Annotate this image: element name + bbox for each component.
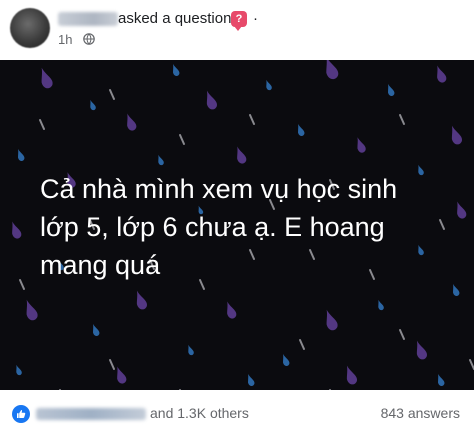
like-icon[interactable] — [12, 405, 30, 423]
rain-streak — [399, 114, 405, 125]
rain-streak — [249, 114, 255, 125]
raindrop-shape — [136, 290, 147, 310]
answers-count[interactable]: 843 answers — [381, 405, 460, 421]
raindrop-shape — [16, 364, 22, 376]
raindrop-shape — [388, 84, 395, 96]
raindrop-shape — [227, 301, 237, 319]
raindrop-shape — [206, 90, 217, 110]
post-header: asked a question ? · 1h — [0, 0, 474, 60]
raindrop-shape — [18, 149, 25, 161]
raindrop-shape — [378, 299, 384, 311]
rain-streak — [299, 339, 305, 350]
raindrop-shape — [90, 99, 96, 111]
raindrop-shape — [346, 365, 357, 385]
raindrop-shape — [437, 65, 447, 83]
raindrop-shape — [117, 366, 127, 384]
separator-dot: · — [253, 10, 258, 27]
raindrop-shape — [26, 299, 38, 321]
raindrop-shape — [326, 60, 339, 80]
raindrop-shape — [298, 124, 305, 136]
raindrop-shape — [127, 113, 137, 131]
post-action-text: asked a question — [118, 10, 232, 27]
post-body-text: Cả nhà mình xem vụ học sinh lớp 5, lớp 6… — [40, 174, 398, 280]
raindrop-shape — [188, 344, 194, 356]
raindrop-shape — [438, 374, 445, 386]
rain-streak — [109, 359, 115, 370]
question-badge-icon: ? — [231, 11, 247, 31]
rain-streak — [109, 89, 115, 100]
raindrop-shape — [12, 221, 22, 239]
raindrop-shape — [416, 340, 427, 360]
raindrop-shape — [283, 354, 290, 366]
raindrop-shape — [451, 125, 462, 145]
rain-streak — [469, 359, 474, 370]
author-name-blurred[interactable] — [58, 12, 118, 26]
raindrop-shape — [173, 64, 180, 76]
raindrop-shape — [237, 146, 247, 164]
post-footer: and 1.3K others 843 answers — [0, 392, 474, 432]
rain-streak — [39, 119, 45, 130]
raindrop-shape — [266, 79, 272, 91]
author-avatar[interactable] — [10, 8, 50, 48]
post-time[interactable]: 1h — [58, 32, 72, 47]
raindrop-shape — [457, 201, 467, 219]
post-image[interactable]: Cả nhà mình xem vụ học sinh lớp 5, lớp 6… — [0, 60, 474, 390]
rain-streak — [399, 329, 405, 340]
raindrop-shape — [248, 374, 255, 386]
reactions-summary[interactable]: and 1.3K others — [150, 405, 249, 421]
raindrop-shape — [326, 309, 338, 331]
raindrop-shape — [93, 324, 100, 336]
raindrop-shape — [158, 154, 164, 166]
liker-name-blurred[interactable] — [36, 408, 146, 420]
raindrop-shape — [41, 67, 53, 89]
rain-streak — [19, 279, 25, 290]
rain-streak — [179, 134, 185, 145]
raindrop-shape — [453, 284, 460, 296]
question-post: asked a question ? · 1h Cả nhà mình xem … — [0, 0, 474, 432]
raindrop-shape — [357, 137, 366, 153]
globe-icon[interactable] — [83, 33, 95, 45]
